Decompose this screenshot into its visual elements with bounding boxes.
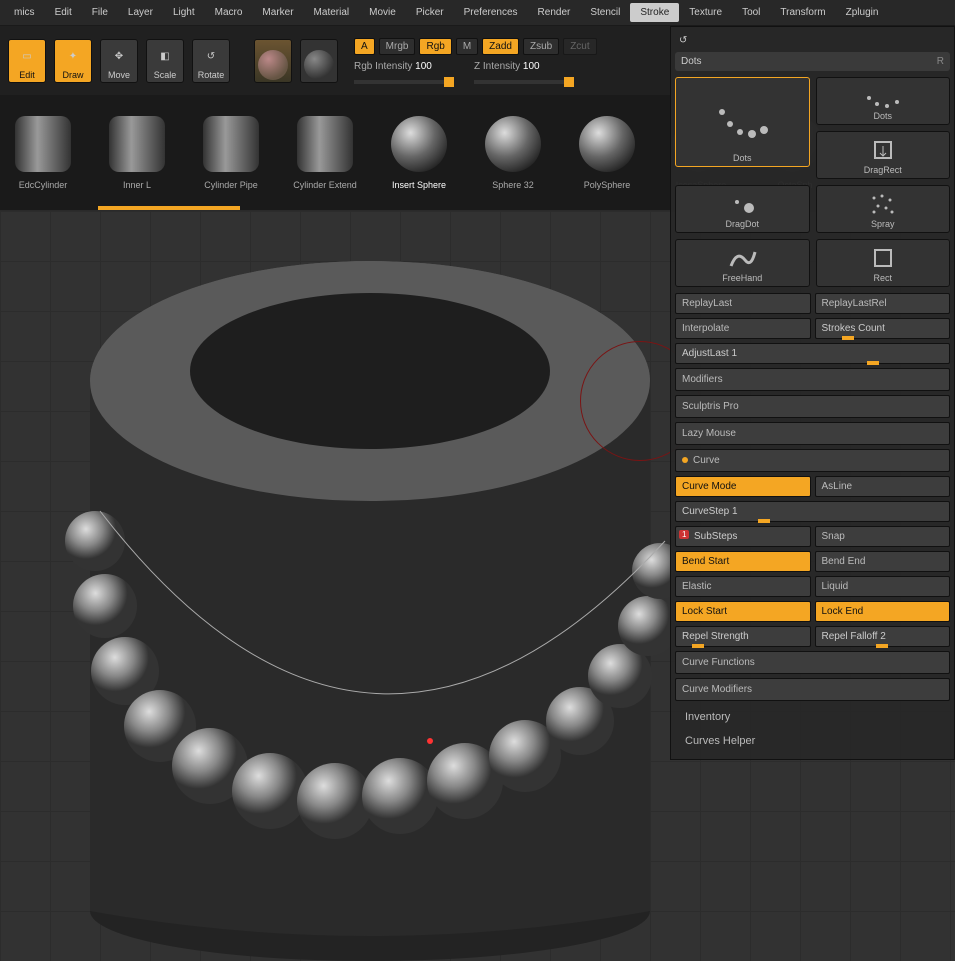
section-curve-modifiers[interactable]: Curve Modifiers — [675, 678, 950, 701]
adjust-last-slider[interactable]: AdjustLast 1 — [675, 343, 950, 364]
label: Rotate — [198, 70, 225, 80]
header-shortcut: R — [937, 56, 944, 67]
material-slot-b[interactable] — [300, 39, 338, 83]
replay-last-rel-button[interactable]: ReplayLastRel — [815, 293, 951, 314]
stroke-dragdot[interactable]: DragDot — [675, 185, 810, 233]
tool-thumb[interactable]: PolySphere — [572, 116, 642, 190]
rgb-toggle[interactable]: Rgb — [419, 38, 451, 55]
m-toggle[interactable]: M — [456, 38, 478, 55]
section-lazymouse[interactable]: Lazy Mouse — [675, 422, 950, 445]
stroke-header[interactable]: Dots R — [675, 52, 950, 71]
reset-icon[interactable]: ↺ — [679, 35, 687, 46]
a-toggle[interactable]: A — [354, 38, 375, 55]
tool-thumb-insert-sphere[interactable]: Insert Sphere — [384, 116, 454, 190]
label: Draw — [62, 70, 83, 80]
z-intensity-slider[interactable]: Z Intensity 100 — [474, 61, 574, 84]
interpolate-button[interactable]: Interpolate — [675, 318, 811, 339]
rgb-intensity-slider[interactable]: Rgb Intensity 100 — [354, 61, 454, 84]
menu-item[interactable]: Stencil — [580, 3, 630, 22]
stroke-dots[interactable]: Dots — [675, 77, 810, 167]
repel-strength-slider[interactable]: Repel Strength — [675, 626, 811, 647]
section-sculptris[interactable]: Sculptris Pro — [675, 395, 950, 418]
menu-item-stroke[interactable]: Stroke — [630, 3, 679, 22]
elastic-button[interactable]: Elastic — [675, 576, 811, 597]
tool-thumb[interactable]: Sphere 32 — [478, 116, 548, 190]
inventory-link[interactable]: Inventory — [675, 705, 950, 729]
tool-thumb[interactable]: Cylinder Pipe — [196, 116, 266, 190]
zadd-toggle[interactable]: Zadd — [482, 38, 519, 55]
curvestep-slider[interactable]: CurveStep 1 — [675, 501, 950, 522]
menu-item[interactable]: Layer — [118, 3, 163, 22]
menu-item[interactable]: Marker — [252, 3, 303, 22]
material-slot-a[interactable] — [254, 39, 292, 83]
stroke-dots-alt[interactable]: Dots — [816, 77, 951, 125]
menu-item[interactable]: Render — [528, 3, 581, 22]
strokes-count-slider[interactable]: Strokes Count — [815, 318, 951, 339]
menu-item[interactable]: Texture — [679, 3, 732, 22]
menu-item[interactable]: Preferences — [454, 3, 528, 22]
zcut-toggle[interactable]: Zcut — [563, 38, 596, 55]
replay-last-button[interactable]: ReplayLast — [675, 293, 811, 314]
draw-button[interactable]: ✦Draw — [54, 39, 92, 83]
stroke-freehand[interactable]: FreeHand — [675, 239, 810, 287]
edit-button[interactable]: ▭Edit — [8, 39, 46, 83]
stroke-spray[interactable]: Spray — [816, 185, 951, 233]
header-title: Dots — [681, 56, 702, 67]
menu-item[interactable]: File — [82, 3, 118, 22]
stroke-panel: ↺ Dots R Dots Dots DragRect DragDot Spra… — [670, 26, 955, 760]
tool-thumb[interactable]: EdcCylinder — [8, 116, 78, 190]
menubar: mics Edit File Layer Light Macro Marker … — [0, 0, 955, 26]
menu-item[interactable]: Edit — [45, 3, 82, 22]
section-curve[interactable]: Curve — [675, 449, 950, 472]
menu-item[interactable]: Macro — [205, 3, 253, 22]
bend-start-button[interactable]: Bend Start — [675, 551, 811, 572]
stroke-dragrect[interactable]: DragRect — [816, 131, 951, 179]
menu-item[interactable]: Picker — [406, 3, 454, 22]
liquid-button[interactable]: Liquid — [815, 576, 951, 597]
curve-mode-button[interactable]: Curve Mode — [675, 476, 811, 497]
repel-falloff-slider[interactable]: Repel Falloff 2 — [815, 626, 951, 647]
move-button[interactable]: ✥Move — [100, 39, 138, 83]
tool-thumb[interactable]: Inner L — [102, 116, 172, 190]
rotate-button[interactable]: ↺Rotate — [192, 39, 230, 83]
zsub-toggle[interactable]: Zsub — [523, 38, 559, 55]
curves-helper-link[interactable]: Curves Helper — [675, 729, 950, 753]
menu-item[interactable]: Tool — [732, 3, 770, 22]
as-line-button[interactable]: AsLine — [815, 476, 951, 497]
scale-button[interactable]: ◧Scale — [146, 39, 184, 83]
menu-item[interactable]: mics — [4, 3, 45, 22]
lock-end-button[interactable]: Lock End — [815, 601, 951, 622]
selection-underline — [98, 206, 240, 210]
section-curve-functions[interactable]: Curve Functions — [675, 651, 950, 674]
menu-item[interactable]: Material — [304, 3, 360, 22]
section-modifiers[interactable]: Modifiers — [675, 368, 950, 391]
lock-start-button[interactable]: Lock Start — [675, 601, 811, 622]
menu-item[interactable]: Transform — [770, 3, 835, 22]
tool-thumb[interactable]: Cylinder Extend — [290, 116, 360, 190]
menu-item[interactable]: Zplugin — [836, 3, 889, 22]
mrgb-toggle[interactable]: Mrgb — [379, 38, 416, 55]
snap-button[interactable]: Snap — [815, 526, 951, 547]
bend-end-button[interactable]: Bend End — [815, 551, 951, 572]
label: Scale — [154, 70, 177, 80]
stroke-rect[interactable]: Rect — [816, 239, 951, 287]
menu-item[interactable]: Movie — [359, 3, 406, 22]
label: Edit — [19, 70, 35, 80]
label: Move — [108, 70, 130, 80]
substeps-button[interactable]: 1SubSteps — [675, 526, 811, 547]
menu-item[interactable]: Light — [163, 3, 205, 22]
